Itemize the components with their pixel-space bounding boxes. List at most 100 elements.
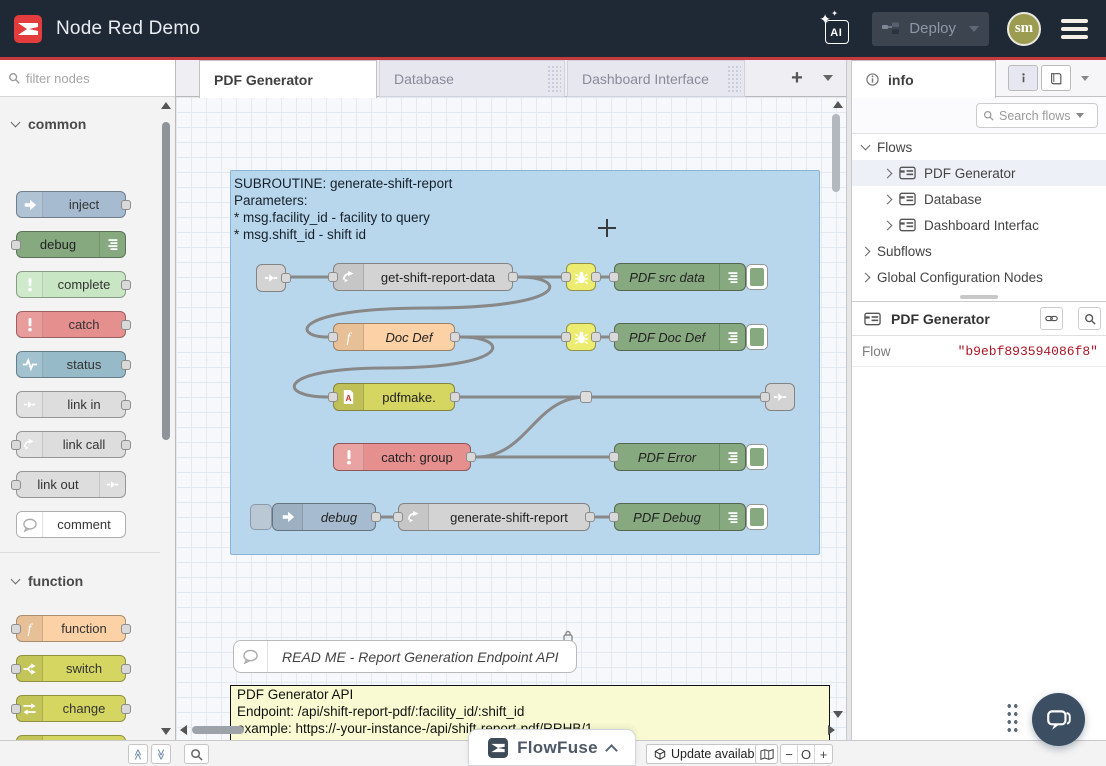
inject-button[interactable] bbox=[250, 504, 272, 530]
debug-enable-toggle[interactable] bbox=[746, 264, 768, 290]
palette-node-comment[interactable]: comment bbox=[16, 511, 126, 538]
ai-assistant-button[interactable]: ✦ ✦ AI bbox=[818, 11, 854, 47]
output-port[interactable] bbox=[121, 200, 131, 210]
view-navigator-button[interactable] bbox=[755, 744, 778, 764]
palette-category-function[interactable]: function bbox=[0, 559, 160, 599]
zoom-in-button[interactable]: + bbox=[815, 745, 832, 763]
palette-node-complete[interactable]: complete bbox=[16, 271, 126, 298]
output-port[interactable] bbox=[121, 440, 131, 450]
palette-node-switch[interactable]: switch bbox=[16, 655, 126, 682]
scroll-down-icon[interactable] bbox=[161, 728, 171, 735]
copy-link-button[interactable] bbox=[1040, 307, 1063, 330]
palette-scrollbar[interactable] bbox=[161, 110, 172, 726]
main-menu-button[interactable] bbox=[1059, 15, 1090, 43]
output-port[interactable] bbox=[450, 392, 460, 402]
input-port[interactable] bbox=[328, 272, 338, 282]
output-port[interactable] bbox=[508, 272, 518, 282]
node-pdf-error[interactable]: PDF Error bbox=[614, 443, 746, 471]
node-generate-shift-report[interactable]: generate-shift-report bbox=[398, 503, 590, 531]
sidebar-help-button[interactable] bbox=[1041, 65, 1071, 91]
tree-row-database[interactable]: Database bbox=[852, 186, 1106, 212]
palette-expand-all-button[interactable]: ≪ bbox=[151, 744, 171, 764]
scroll-up-icon[interactable] bbox=[161, 102, 171, 109]
canvas-scroll-down-icon[interactable] bbox=[833, 711, 843, 718]
input-port[interactable] bbox=[609, 512, 619, 522]
input-port[interactable] bbox=[609, 332, 619, 342]
canvas-scroll-left-icon[interactable] bbox=[180, 725, 187, 735]
search-flows-input[interactable] bbox=[999, 109, 1071, 123]
node-pdf-debug[interactable]: PDF Debug bbox=[614, 503, 746, 531]
search-flows-box[interactable] bbox=[976, 103, 1098, 128]
palette-node-link-call[interactable]: link call bbox=[16, 431, 126, 458]
input-port[interactable] bbox=[11, 480, 21, 490]
palette-node-debug[interactable]: debug bbox=[16, 231, 126, 258]
palette-node-change[interactable]: change bbox=[16, 695, 126, 722]
input-port[interactable] bbox=[393, 512, 403, 522]
tab-pdf-generator[interactable]: PDF Generator bbox=[199, 60, 377, 98]
output-port[interactable] bbox=[121, 280, 131, 290]
input-port[interactable] bbox=[11, 440, 21, 450]
zoom-out-button[interactable]: − bbox=[781, 745, 798, 763]
output-port[interactable] bbox=[121, 704, 131, 714]
deploy-caret-icon[interactable] bbox=[969, 26, 979, 32]
update-available-badge[interactable]: Update available bbox=[646, 744, 772, 764]
node-pdf-doc-def[interactable]: PDF Doc Def bbox=[614, 323, 746, 351]
tree-row-flows[interactable]: Flows bbox=[852, 134, 1106, 160]
flow-canvas[interactable]: SUBROUTINE: generate-shift-report Parame… bbox=[176, 97, 846, 740]
input-port[interactable] bbox=[760, 392, 770, 402]
input-port[interactable] bbox=[609, 452, 619, 462]
output-port[interactable] bbox=[121, 400, 131, 410]
canvas-scroll-up-icon[interactable] bbox=[833, 101, 843, 108]
input-port[interactable] bbox=[11, 240, 21, 250]
user-avatar[interactable]: sm bbox=[1007, 12, 1041, 46]
sidebar-menu-caret-icon[interactable] bbox=[1081, 76, 1089, 81]
tab-dashboard-interface[interactable]: Dashboard Interface bbox=[567, 60, 745, 97]
palette-category-common[interactable]: common bbox=[0, 102, 96, 142]
palette-scrollbar-thumb[interactable] bbox=[162, 122, 170, 440]
input-port[interactable] bbox=[11, 624, 21, 634]
sidebar-info-button[interactable] bbox=[1008, 65, 1038, 91]
output-port[interactable] bbox=[121, 320, 131, 330]
input-port[interactable] bbox=[328, 332, 338, 342]
sidebar-tab-info[interactable]: info bbox=[852, 60, 996, 98]
output-port[interactable] bbox=[371, 512, 381, 522]
node-link-in[interactable] bbox=[256, 264, 286, 292]
tab-list-caret-icon[interactable] bbox=[823, 75, 833, 81]
add-tab-button[interactable]: + bbox=[784, 66, 810, 90]
palette-node-inject[interactable]: inject bbox=[16, 191, 126, 218]
debug-enable-toggle[interactable] bbox=[746, 324, 768, 350]
tree-row-subflows[interactable]: Subflows bbox=[852, 238, 1106, 264]
palette-filter-input[interactable] bbox=[26, 71, 146, 86]
node-get-shift-report-data[interactable]: get-shift-report-data bbox=[333, 263, 513, 291]
canvas-scroll-right-icon[interactable] bbox=[828, 725, 835, 735]
node-comment-readme[interactable]: READ ME - Report Generation Endpoint API bbox=[233, 640, 577, 673]
node-link-out[interactable] bbox=[765, 383, 795, 411]
zoom-reset-button[interactable]: O bbox=[798, 745, 815, 763]
deploy-button[interactable]: Deploy bbox=[872, 12, 989, 46]
palette-node-function[interactable]: f function bbox=[16, 615, 126, 642]
canvas-hscroll-thumb[interactable] bbox=[192, 726, 244, 734]
input-port[interactable] bbox=[561, 272, 571, 282]
output-port[interactable] bbox=[450, 332, 460, 342]
tab-database[interactable]: Database bbox=[379, 60, 565, 97]
input-port[interactable] bbox=[11, 704, 21, 714]
node-debug-inject[interactable]: debug bbox=[272, 503, 376, 531]
chat-button[interactable] bbox=[1032, 693, 1085, 746]
canvas-vscroll-thumb[interactable] bbox=[832, 114, 840, 192]
output-port[interactable] bbox=[281, 273, 291, 283]
output-port[interactable] bbox=[591, 332, 601, 342]
tree-row-dashboard-interface[interactable]: Dashboard Interfac bbox=[852, 212, 1106, 238]
palette-node-status[interactable]: status bbox=[16, 351, 126, 378]
chat-drag-handle[interactable] bbox=[1006, 702, 1019, 732]
tree-row-pdf-generator[interactable]: PDF Generator bbox=[852, 160, 1106, 186]
palette-collapse-all-button[interactable]: ≪ bbox=[128, 744, 148, 764]
search-caret-icon[interactable] bbox=[1076, 113, 1084, 118]
flowfuse-panel-button[interactable]: FlowFuse bbox=[468, 729, 636, 766]
wire-junction[interactable] bbox=[580, 391, 592, 403]
tree-row-global-config[interactable]: Global Configuration Nodes bbox=[852, 264, 1106, 290]
output-port[interactable] bbox=[466, 452, 476, 462]
output-port[interactable] bbox=[585, 512, 595, 522]
node-doc-def[interactable]: f Doc Def bbox=[333, 323, 455, 351]
palette-node-link-out[interactable]: link out bbox=[16, 471, 126, 498]
input-port[interactable] bbox=[11, 664, 21, 674]
